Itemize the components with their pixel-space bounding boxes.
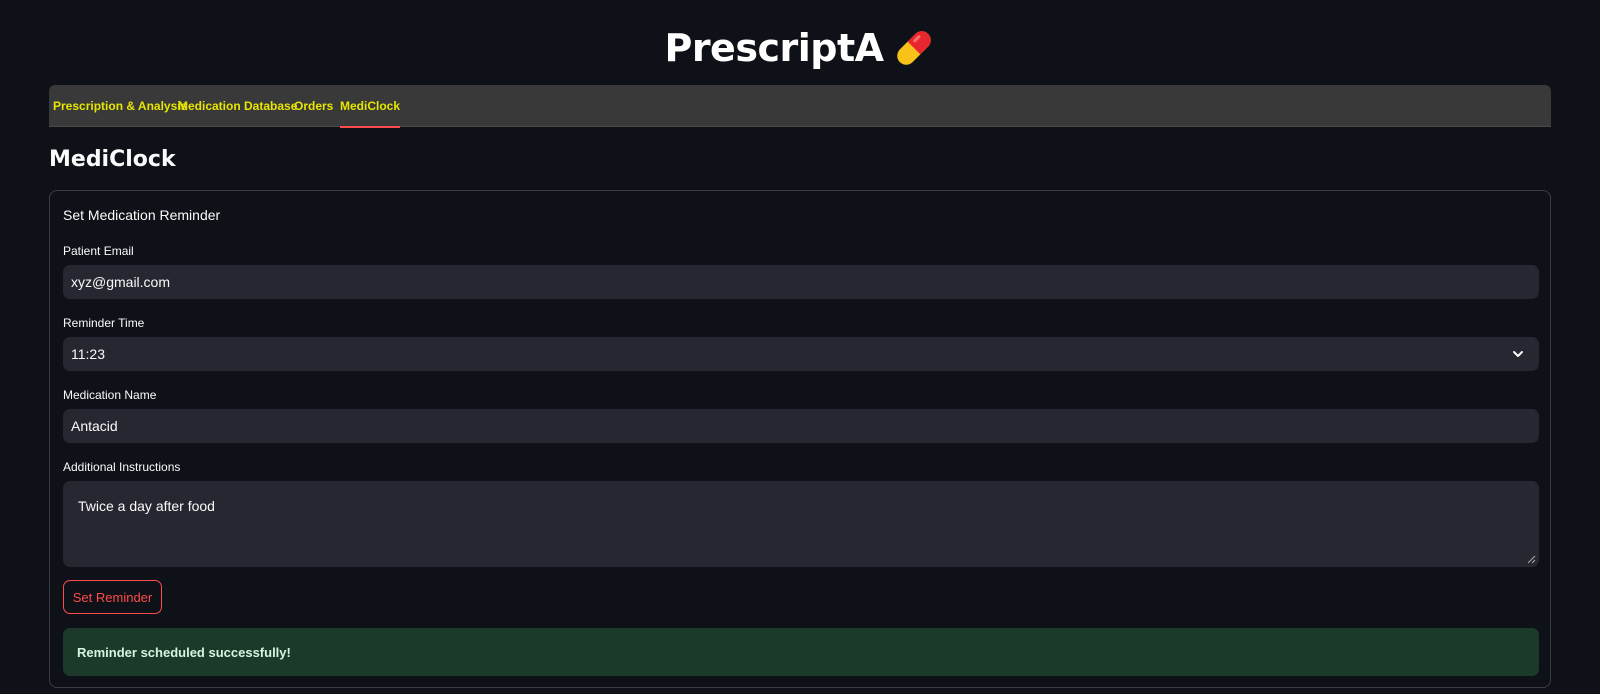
- email-value: xyz@gmail.com: [71, 274, 171, 290]
- pill-icon: [892, 26, 936, 70]
- medication-value: Antacid: [71, 418, 118, 434]
- time-label: Reminder Time: [63, 316, 145, 330]
- resize-handle-icon[interactable]: [1527, 555, 1536, 564]
- medication-label: Medication Name: [63, 388, 157, 402]
- time-value: 11:23: [71, 346, 105, 362]
- tab-medication-database[interactable]: Medication Database: [178, 85, 297, 127]
- tab-orders[interactable]: Orders: [294, 85, 333, 127]
- instructions-value: Twice a day after food: [78, 498, 215, 514]
- instructions-label: Additional Instructions: [63, 460, 181, 474]
- tab-mediclock[interactable]: MediClock: [340, 85, 401, 128]
- tab-prescription-analysis[interactable]: Prescription & Analysis: [53, 85, 187, 127]
- app-title: PrescriptA: [664, 26, 884, 70]
- tab-bar: Prescription & Analysis Medication Datab…: [49, 85, 1551, 128]
- medication-name-field[interactable]: Antacid: [63, 409, 1539, 443]
- instructions-textarea[interactable]: Twice a day after food: [63, 481, 1539, 567]
- form-title: Set Medication Reminder: [63, 207, 221, 223]
- app-header: PrescriptA: [0, 26, 1600, 70]
- time-select[interactable]: 11:23: [63, 337, 1539, 371]
- success-alert: Reminder scheduled successfully!: [63, 628, 1539, 676]
- chevron-down-icon: [1513, 351, 1523, 357]
- set-reminder-button[interactable]: Set Reminder: [63, 580, 162, 614]
- reminder-form: Set Medication Reminder Patient Email xy…: [49, 190, 1551, 688]
- success-message: Reminder scheduled successfully!: [77, 644, 291, 660]
- page-title: MediClock: [49, 147, 176, 172]
- email-label: Patient Email: [63, 244, 134, 258]
- email-field[interactable]: xyz@gmail.com: [63, 265, 1539, 299]
